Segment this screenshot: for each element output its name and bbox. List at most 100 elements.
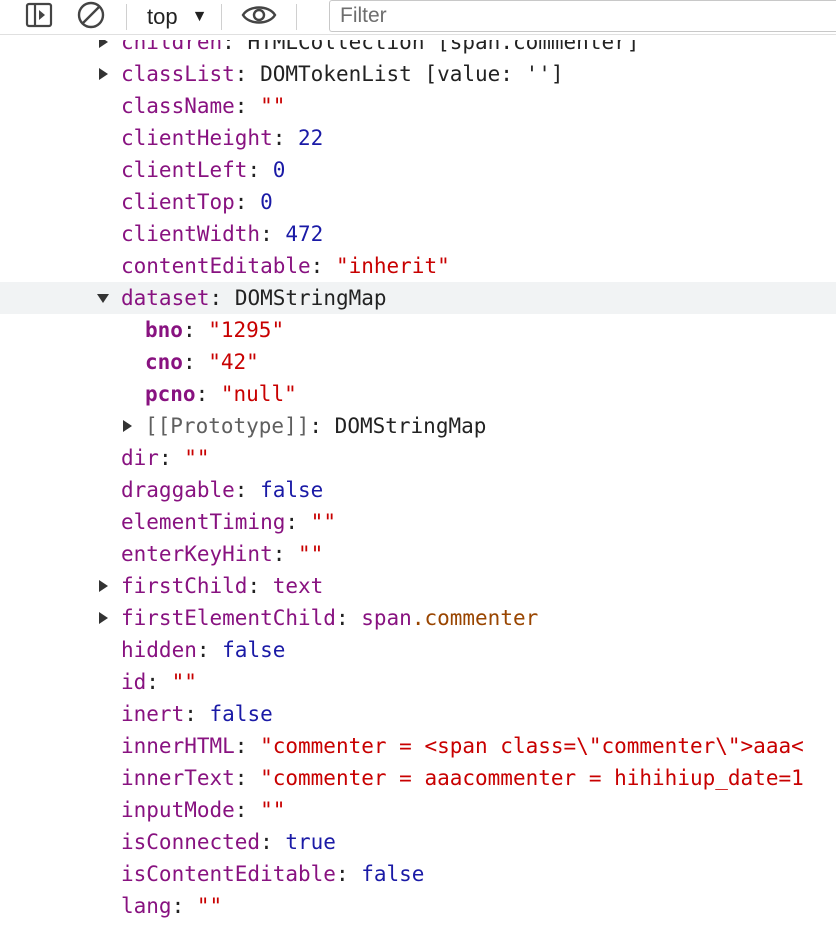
property-separator: :	[158, 446, 185, 470]
property-key: clientLeft	[121, 158, 248, 182]
property-value: ""	[298, 542, 324, 566]
property-separator: :	[310, 254, 336, 278]
property-value: DOMStringMap	[234, 286, 387, 310]
property-row-lang: lang: ""	[0, 890, 836, 922]
property-row-clientleft: clientLeft: 0	[0, 154, 836, 186]
property-separator: :	[309, 414, 335, 438]
property-separator: :	[195, 382, 221, 406]
property-separator: :	[182, 350, 209, 374]
property-separator: :	[247, 574, 273, 598]
expand-triangle-icon[interactable]	[96, 602, 110, 634]
property-row-clientheight: clientHeight: 22	[0, 122, 836, 154]
property-key: dir	[121, 446, 159, 470]
property-key: draggable	[121, 478, 235, 502]
property-key: enterKeyHint	[121, 542, 273, 566]
property-row-bno: bno: "1295"	[0, 314, 836, 346]
property-row-hidden: hidden: false	[0, 634, 836, 666]
property-value: ""	[184, 446, 210, 470]
toolbar-divider	[296, 4, 298, 30]
property-separator: :	[234, 190, 261, 214]
property-value: DOMTokenList [value: '']	[260, 62, 564, 86]
property-separator: :	[184, 702, 210, 726]
property-row-draggable: draggable: false	[0, 474, 836, 506]
property-row-contenteditable: contentEditable: "inherit"	[0, 250, 836, 282]
property-value: "inherit"	[335, 254, 450, 278]
collapse-triangle-icon[interactable]	[96, 282, 110, 314]
property-separator: :	[171, 894, 197, 918]
property-value-class: commenter	[424, 606, 539, 630]
property-key: id	[121, 670, 147, 694]
expand-triangle-icon[interactable]	[96, 58, 110, 90]
property-value: false	[209, 702, 273, 726]
property-row-isconnected: isConnected: true	[0, 826, 836, 858]
property-separator: :	[335, 862, 362, 886]
property-row-classname: className: ""	[0, 90, 836, 122]
property-separator: :	[234, 798, 261, 822]
property-key: contentEditable	[121, 254, 311, 278]
context-label: top	[147, 4, 178, 29]
property-value: false	[260, 478, 324, 502]
filter-field[interactable]	[329, 0, 836, 32]
property-row-clienttop: clientTop: 0	[0, 186, 836, 218]
property-row-innertext: innerText: "commenter = aaacommenter = h…	[0, 762, 836, 794]
property-key: isConnected	[121, 830, 261, 854]
property-separator: :	[146, 670, 172, 694]
property-row-firstchild[interactable]: firstChild: text	[0, 570, 836, 602]
property-key: inputMode	[121, 798, 235, 822]
property-key: classList	[121, 62, 235, 86]
property-key: clientTop	[121, 190, 235, 214]
property-value: ""	[260, 94, 286, 118]
property-value: ""	[171, 670, 197, 694]
property-key: dataset	[121, 286, 210, 310]
property-row-classlist[interactable]: classList: DOMTokenList [value: '']	[0, 58, 836, 90]
clear-console-icon	[76, 0, 106, 35]
property-separator: :	[234, 62, 261, 86]
property-value: ""	[260, 798, 286, 822]
clear-console-button[interactable]	[72, 0, 110, 34]
property-separator: :	[196, 638, 223, 662]
property-value-tag: span	[361, 606, 412, 630]
property-separator: :	[260, 830, 286, 854]
property-value: DOMStringMap	[334, 414, 487, 438]
property-key: lang	[121, 894, 172, 918]
property-row-elementtiming: elementTiming: ""	[0, 506, 836, 538]
property-separator: :	[209, 286, 235, 310]
expand-triangle-icon[interactable]	[120, 410, 134, 442]
property-key: inert	[121, 702, 185, 726]
property-key: cno	[145, 350, 183, 374]
property-value: true	[285, 830, 336, 854]
property-row-clientwidth: clientWidth: 472	[0, 218, 836, 250]
property-value: "42"	[208, 350, 259, 374]
property-key: firstChild	[121, 574, 248, 598]
property-key: elementTiming	[121, 510, 286, 534]
property-separator: :	[234, 94, 261, 118]
property-row-firstelementchild[interactable]: firstElementChild: span.commenter	[0, 602, 836, 634]
property-key: clientWidth	[121, 222, 261, 246]
context-selector[interactable]: top ▼	[127, 0, 213, 34]
show-sidebar-button[interactable]	[0, 0, 78, 34]
property-key: bno	[145, 318, 183, 342]
property-value: text	[272, 574, 324, 598]
expand-triangle-icon[interactable]	[96, 570, 110, 602]
property-row-enterkeyhint: enterKeyHint: ""	[0, 538, 836, 570]
property-value: 0	[272, 158, 286, 182]
property-value: ""	[310, 510, 336, 534]
property-row-dataset[interactable]: dataset: DOMStringMap	[0, 282, 836, 314]
property-separator: :	[234, 478, 261, 502]
property-separator: :	[285, 510, 311, 534]
property-row-iscontenteditable: isContentEditable: false	[0, 858, 836, 890]
property-row-inert: inert: false	[0, 698, 836, 730]
property-separator: :	[272, 542, 299, 566]
filter-input[interactable]	[338, 3, 836, 29]
property-key: pcno	[145, 382, 196, 406]
chevron-down-icon: ▼	[191, 8, 208, 25]
property-row-prototype[interactable]: [[Prototype]]: DOMStringMap	[0, 410, 836, 442]
property-key: [[Prototype]]	[145, 414, 310, 438]
live-expression-button[interactable]	[222, 0, 296, 34]
property-key: isContentEditable	[121, 862, 336, 886]
property-key: className	[121, 94, 235, 118]
property-value: "commenter = aaacommenter = hihihiup_dat…	[260, 766, 804, 790]
sidebar-toggle-icon	[25, 2, 53, 33]
property-row-dir: dir: ""	[0, 442, 836, 474]
property-separator: :	[182, 318, 209, 342]
